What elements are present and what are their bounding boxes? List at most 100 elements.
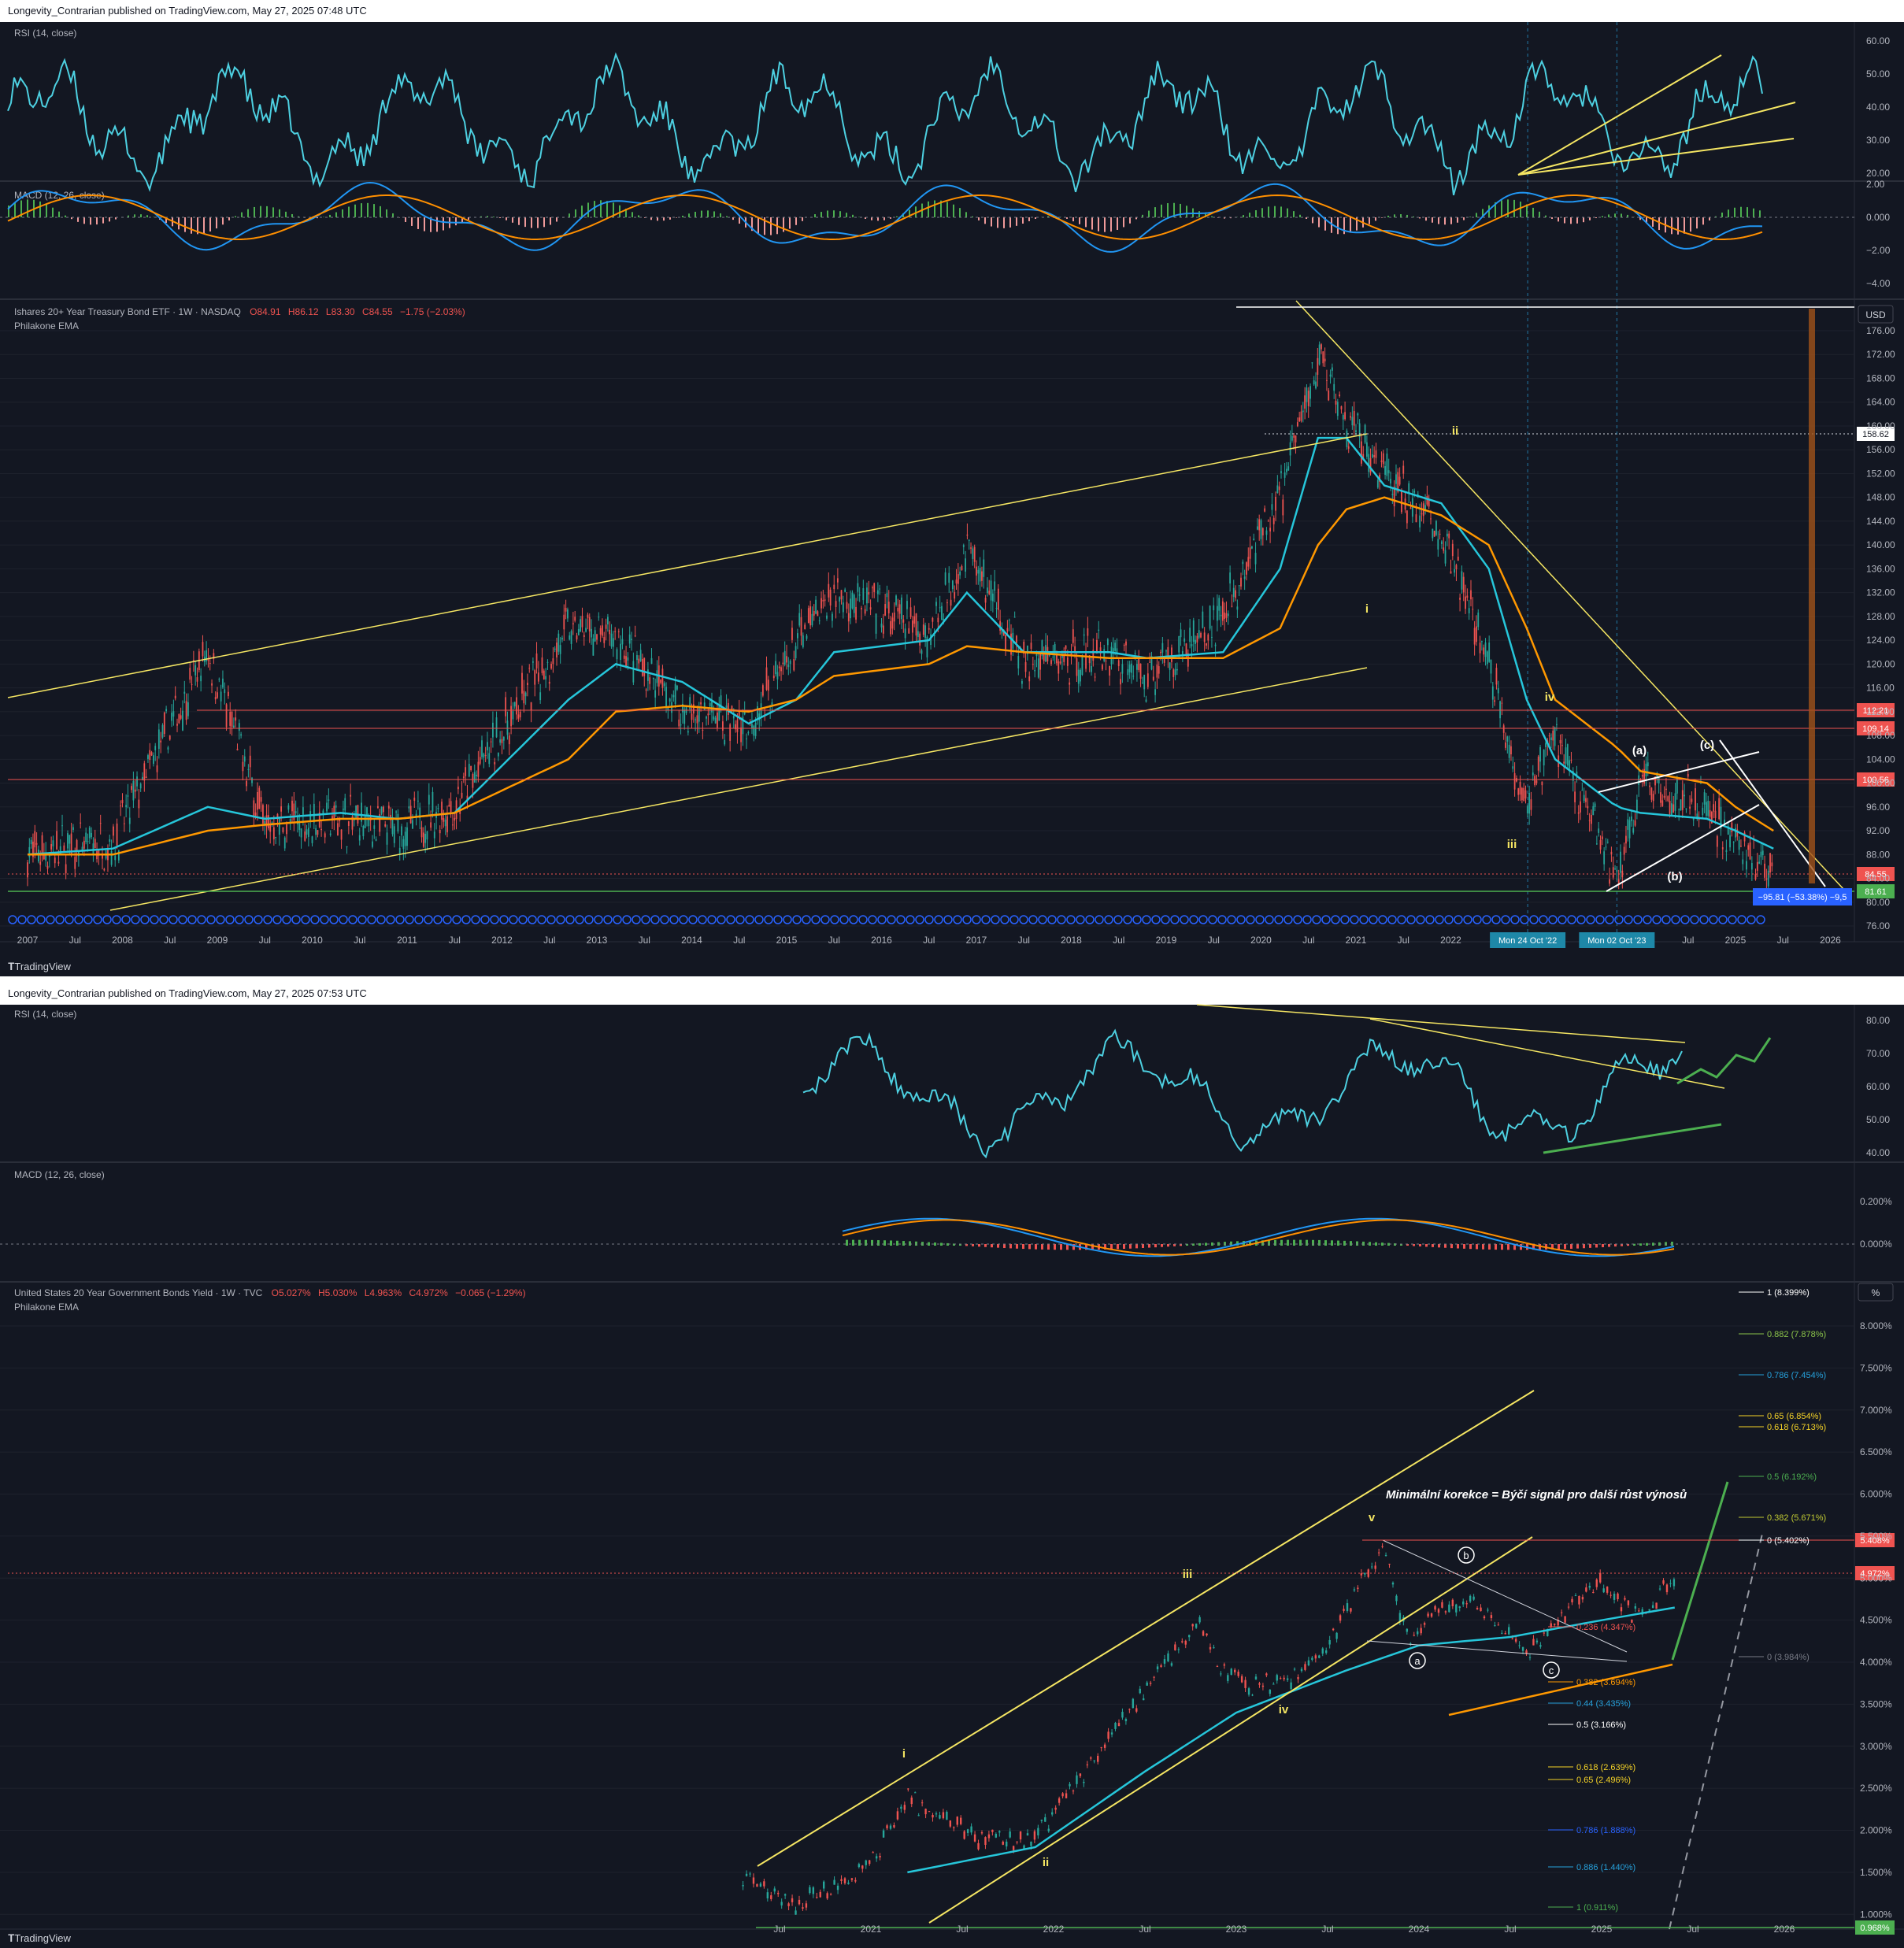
candle-body xyxy=(1269,1689,1272,1694)
price-axis-tick: 172.00 xyxy=(1866,349,1895,360)
currency-badge[interactable]: % xyxy=(1872,1287,1880,1298)
rsi-axis-tick: 60.00 xyxy=(1866,35,1890,46)
candle-body xyxy=(910,1797,913,1805)
currency-badge[interactable]: USD xyxy=(1865,309,1886,320)
macd-histogram-bar xyxy=(556,217,557,222)
price-axis-tick: 2.000% xyxy=(1860,1825,1892,1836)
candle-body xyxy=(991,593,994,602)
candle-body xyxy=(909,607,912,617)
macd-histogram-bar xyxy=(1198,1242,1201,1246)
candle-body xyxy=(404,831,406,846)
candle-body xyxy=(510,706,512,727)
price-axis-tick: 88.00 xyxy=(1866,849,1890,860)
time-axis-label: 2021 xyxy=(861,1924,882,1935)
macd-histogram-bar xyxy=(852,1239,854,1246)
candle-body xyxy=(732,715,735,719)
candle-body xyxy=(687,731,689,733)
candle-body xyxy=(1430,518,1432,520)
dividend-event-icon xyxy=(830,915,839,924)
dividend-event-icon xyxy=(839,915,849,924)
macd-histogram-bar xyxy=(424,217,425,231)
candle-body xyxy=(1419,515,1421,528)
dividend-event-icon xyxy=(1567,915,1576,924)
fib-level-label: 0.236 (4.347%) xyxy=(1576,1623,1635,1632)
candle-body xyxy=(545,676,547,680)
candle-body xyxy=(1238,585,1240,587)
candle-body xyxy=(143,763,146,781)
dividend-event-icon xyxy=(943,915,953,924)
candle-body xyxy=(901,597,902,620)
candle-body xyxy=(1251,546,1253,549)
candle-body xyxy=(156,765,158,772)
wave-label: (a) xyxy=(1632,744,1647,757)
dividend-event-icon xyxy=(329,915,339,924)
dividend-event-icon xyxy=(1085,915,1095,924)
candle-body xyxy=(1154,689,1156,695)
macd-histogram-bar xyxy=(102,217,104,224)
candle-body xyxy=(1249,547,1251,559)
ema-indicator-label: Philakone EMA xyxy=(14,1302,79,1313)
candle-body xyxy=(1121,664,1124,674)
candle-body xyxy=(1421,513,1423,515)
candle-body xyxy=(1738,840,1740,850)
candle-body xyxy=(753,725,755,736)
candle-body xyxy=(1451,1599,1454,1606)
candle-body xyxy=(1423,1623,1426,1625)
yield-chart-screenshot: Longevity_Contrarian published on Tradin… xyxy=(0,983,1904,1948)
dividend-event-icon xyxy=(717,915,726,924)
candle-body xyxy=(1543,1632,1546,1634)
candle-body xyxy=(854,1879,857,1882)
price-axis-tick: 4.500% xyxy=(1860,1615,1892,1626)
dividend-event-icon xyxy=(915,915,924,924)
price-axis-tick: 132.00 xyxy=(1866,587,1895,598)
macd-histogram-bar xyxy=(984,1244,987,1247)
dividend-event-icon xyxy=(1718,915,1728,924)
fib-level-label: 1 (8.399%) xyxy=(1767,1288,1810,1298)
candle-body xyxy=(1501,1632,1503,1634)
dividend-event-icon xyxy=(1614,915,1624,924)
candle-body xyxy=(228,691,229,697)
macd-histogram-bar xyxy=(1016,217,1017,226)
candle-body xyxy=(1110,646,1113,665)
dividend-event-icon xyxy=(263,915,272,924)
macd-histogram-bar xyxy=(285,211,287,217)
dividend-event-icon xyxy=(1284,915,1293,924)
dividend-event-icon xyxy=(490,915,499,924)
candle-body xyxy=(935,602,937,606)
dividend-event-icon xyxy=(1198,915,1208,924)
candle-body xyxy=(1357,1587,1359,1589)
candle-body xyxy=(577,628,580,635)
candle-body xyxy=(1465,596,1466,609)
yield-chart-canvas[interactable]: RSI (14, close) MACD (12, 26, close) Uni… xyxy=(0,983,1904,1948)
candle-body xyxy=(656,670,658,683)
macd-histogram-bar xyxy=(852,214,854,217)
macd-histogram-bar xyxy=(991,1244,993,1248)
candle-body xyxy=(313,803,315,823)
candle-body xyxy=(1565,747,1567,764)
candle-body xyxy=(362,825,365,837)
candle-body xyxy=(1329,374,1332,377)
wave-label: i xyxy=(1365,602,1369,616)
candle-body xyxy=(495,717,498,738)
candle-body xyxy=(1617,1593,1619,1600)
macd-histogram-bar xyxy=(216,217,217,229)
measure-bar xyxy=(1809,309,1815,883)
macd-histogram-bar xyxy=(1375,1242,1377,1246)
candle-body xyxy=(116,823,118,846)
candle-body xyxy=(998,1831,1001,1833)
date-tag-label: Mon 24 Oct '22 xyxy=(1498,936,1557,946)
candle-body xyxy=(800,617,802,636)
candle-body xyxy=(406,827,408,846)
dividend-event-icon xyxy=(46,915,55,924)
dividend-event-icon xyxy=(962,915,972,924)
candle-body xyxy=(1580,801,1581,813)
fib-level-label: 0.5 (3.166%) xyxy=(1576,1720,1626,1730)
candle-body xyxy=(896,1811,899,1820)
dividend-event-icon xyxy=(1416,915,1425,924)
tlt-chart-canvas[interactable]: RSI (14, close) MACD (12, 26, close) Ish… xyxy=(0,0,1904,976)
candle-body xyxy=(696,715,698,724)
candle-body xyxy=(257,791,258,810)
candle-body xyxy=(587,614,589,618)
candle-body xyxy=(703,702,706,710)
dividend-event-icon xyxy=(1501,915,1510,924)
